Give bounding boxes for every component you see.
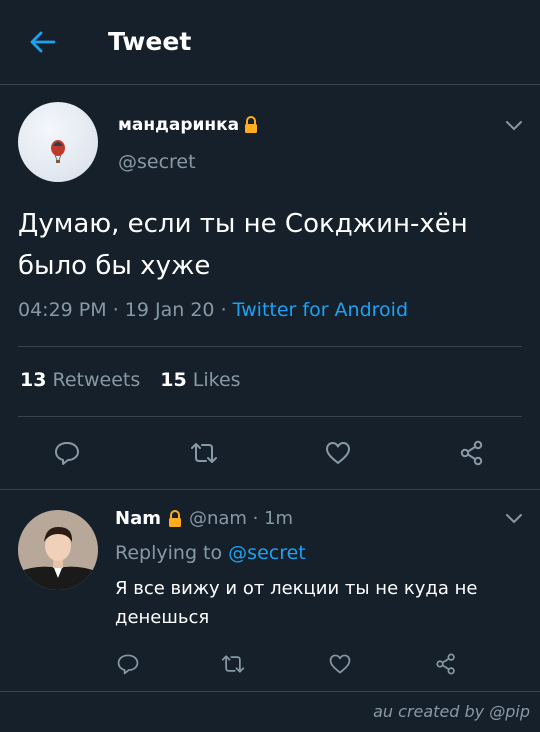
footer-credit: au created by @pip xyxy=(373,702,530,721)
display-name[interactable]: Nam xyxy=(115,508,161,529)
retweet-icon[interactable] xyxy=(186,435,222,471)
share-icon[interactable] xyxy=(454,435,490,471)
replying-label: Replying to xyxy=(115,542,223,564)
handle[interactable]: @secret xyxy=(118,151,196,173)
like-heart-icon[interactable] xyxy=(320,435,356,471)
balloon-icon xyxy=(51,140,65,163)
tweet-date: 19 Jan 20 xyxy=(124,299,215,321)
like-heart-icon[interactable] xyxy=(322,646,358,682)
tweet-meta: 04:29 PM · 19 Jan 20 · Twitter for Andro… xyxy=(18,299,408,321)
likes-stat[interactable]: 15 Likes xyxy=(160,369,240,391)
likes-count: 15 xyxy=(160,369,187,391)
reply-icon[interactable] xyxy=(49,435,85,471)
meta-separator: · xyxy=(112,299,119,321)
tweet-text: Думаю, если ты не Сокджин-хён было бы ху… xyxy=(18,209,468,281)
retweet-icon[interactable] xyxy=(215,646,251,682)
display-name-text: мандаринка xyxy=(118,115,240,135)
share-icon[interactable] xyxy=(428,646,464,682)
retweets-stat[interactable]: 13 Retweets xyxy=(20,369,140,391)
avatar[interactable] xyxy=(18,102,98,182)
lock-icon xyxy=(245,116,258,133)
meta-separator: · xyxy=(220,299,227,321)
tweet-source-link[interactable]: Twitter for Android xyxy=(233,299,408,321)
retweets-count: 13 xyxy=(20,369,47,391)
divider xyxy=(18,416,522,417)
chevron-down-icon[interactable] xyxy=(502,113,526,137)
main-tweet: мандаринка @secret Думаю, если ты не Сок… xyxy=(0,85,540,490)
retweets-label: Retweets xyxy=(52,369,141,391)
header-bar: Tweet xyxy=(0,0,540,85)
back-arrow-icon[interactable] xyxy=(24,26,60,58)
handle-time: @nam · 1m xyxy=(188,508,294,529)
replying-to: Replying to @secret xyxy=(115,542,306,564)
lock-icon xyxy=(168,509,181,527)
page-title: Tweet xyxy=(108,27,192,56)
avatar[interactable] xyxy=(18,510,98,590)
person-photo-icon xyxy=(18,510,98,590)
reply-text: Я все вижу и от лекции ты не куда не ден… xyxy=(115,578,478,628)
reply-icon[interactable] xyxy=(110,646,146,682)
tweet-stats: 13 Retweets 15 Likes xyxy=(20,369,241,391)
tweet-time: 04:29 PM xyxy=(18,299,107,321)
divider xyxy=(18,346,522,347)
reply-tweet[interactable]: Nam @nam · 1m Replying to @secret Я все … xyxy=(0,490,540,692)
display-name[interactable]: мандаринка xyxy=(118,115,259,135)
reply-actions xyxy=(0,646,540,686)
reply-header: Nam @nam · 1m xyxy=(115,508,293,529)
likes-label: Likes xyxy=(192,369,241,391)
mention-link[interactable]: @secret xyxy=(228,542,306,564)
chevron-down-icon[interactable] xyxy=(502,506,526,530)
tweet-actions xyxy=(0,435,540,475)
